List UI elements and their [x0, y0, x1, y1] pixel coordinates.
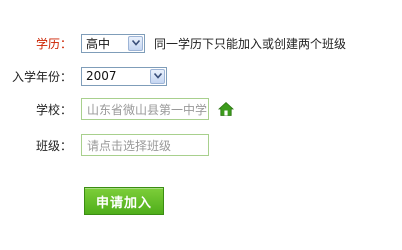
school-label: 学校：	[35, 102, 72, 117]
join-class-form: 学历： 高中 同一学历下只能加入或创建两个班级 入学年份： 2007 学校： 山…	[0, 0, 402, 250]
class-row: 班级： 请点击选择班级	[0, 133, 209, 157]
education-selected-value: 高中	[86, 36, 111, 51]
class-control: 请点击选择班级	[81, 134, 209, 156]
education-select[interactable]: 高中	[81, 33, 145, 53]
enroll-year-row: 入学年份： 2007	[0, 64, 167, 88]
school-input[interactable]: 山东省微山县第一中学	[81, 98, 209, 120]
school-row: 学校： 山东省微山县第一中学	[0, 97, 235, 121]
enroll-year-label: 入学年份：	[11, 69, 72, 84]
enroll-year-select[interactable]: 2007	[81, 66, 167, 86]
class-input[interactable]: 请点击选择班级	[81, 134, 209, 156]
enroll-year-selected-value: 2007	[86, 69, 117, 83]
chevron-down-icon[interactable]	[128, 35, 143, 51]
apply-join-button[interactable]: 申请加入	[84, 187, 164, 215]
education-hint: 同一学历下只能加入或创建两个班级	[154, 36, 347, 51]
school-control: 山东省微山县第一中学	[81, 98, 235, 120]
class-label: 班级：	[35, 138, 72, 153]
education-row: 学历： 高中 同一学历下只能加入或创建两个班级	[0, 31, 346, 55]
education-control: 高中 同一学历下只能加入或创建两个班级	[81, 33, 347, 53]
enroll-year-control: 2007	[81, 66, 167, 86]
home-icon[interactable]	[217, 101, 235, 117]
chevron-down-icon[interactable]	[150, 68, 165, 84]
education-label: 学历：	[35, 36, 72, 51]
